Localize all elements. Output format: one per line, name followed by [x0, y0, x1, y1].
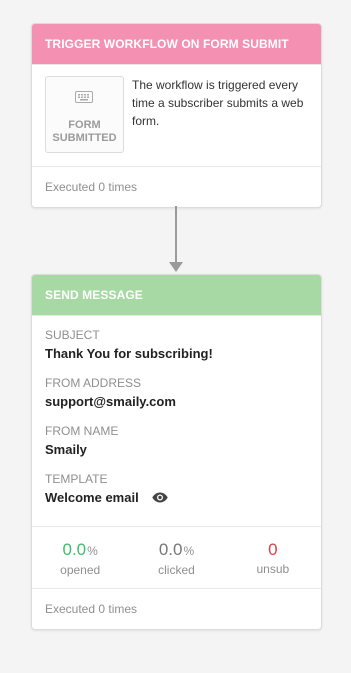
- from-name-value: Smaily: [45, 442, 87, 457]
- from-address-field: FROM ADDRESS support@smaily.com: [45, 376, 308, 410]
- send-message-card[interactable]: SEND MESSAGE SUBJECT Thank You for subsc…: [31, 274, 322, 630]
- template-value-row: Welcome email: [45, 490, 308, 506]
- clicked-unit: %: [183, 544, 195, 558]
- workflow-connector-line: [175, 206, 177, 263]
- send-message-body: SUBJECT Thank You for subscribing! FROM …: [32, 316, 321, 526]
- from-address-value: support@smaily.com: [45, 394, 176, 409]
- trigger-card-body: FORM SUBMITTED The workflow is triggered…: [32, 65, 321, 166]
- subject-value: Thank You for subscribing!: [45, 346, 213, 361]
- eye-icon[interactable]: [152, 492, 169, 503]
- from-address-label: FROM ADDRESS: [45, 376, 142, 390]
- form-submitted-label: FORM SUBMITTED: [46, 119, 123, 145]
- subject-label: SUBJECT: [45, 328, 100, 342]
- trigger-card[interactable]: TRIGGER WORKFLOW ON FORM SUBMIT FORM SUB…: [31, 23, 322, 208]
- form-submitted-badge: FORM SUBMITTED: [45, 76, 124, 153]
- opened-label: opened: [60, 563, 101, 577]
- keyboard-icon: [75, 91, 93, 103]
- trigger-card-title: TRIGGER WORKFLOW ON FORM SUBMIT: [32, 24, 321, 65]
- badge-line-2: SUBMITTED: [52, 132, 117, 144]
- unsub-label: unsub: [256, 562, 290, 576]
- stat-opened: 0.0% opened: [32, 527, 128, 588]
- message-stats: 0.0% opened 0.0% clicked 0 unsub: [32, 526, 321, 588]
- clicked-label: clicked: [158, 563, 195, 577]
- opened-value: 0.0: [62, 540, 87, 559]
- from-name-label: FROM NAME: [45, 424, 119, 438]
- clicked-value: 0.0: [158, 540, 183, 559]
- stat-clicked: 0.0% clicked: [128, 527, 224, 588]
- workflow-connector-arrow-icon: [169, 262, 183, 272]
- opened-unit: %: [87, 544, 98, 558]
- template-label: TEMPLATE: [45, 472, 108, 486]
- badge-line-1: FORM: [68, 119, 101, 131]
- unsub-value: 0: [268, 540, 278, 559]
- from-name-field: FROM NAME Smaily: [45, 424, 308, 458]
- send-message-title: SEND MESSAGE: [32, 275, 321, 316]
- template-field: TEMPLATE Welcome email: [45, 472, 308, 506]
- trigger-description: The workflow is triggered every time a s…: [132, 78, 304, 128]
- stat-unsub: 0 unsub: [225, 527, 321, 588]
- message-executed-count: Executed 0 times: [32, 588, 321, 629]
- subject-field: SUBJECT Thank You for subscribing!: [45, 328, 308, 362]
- trigger-executed-count: Executed 0 times: [32, 166, 321, 207]
- template-value: Welcome email: [45, 490, 139, 505]
